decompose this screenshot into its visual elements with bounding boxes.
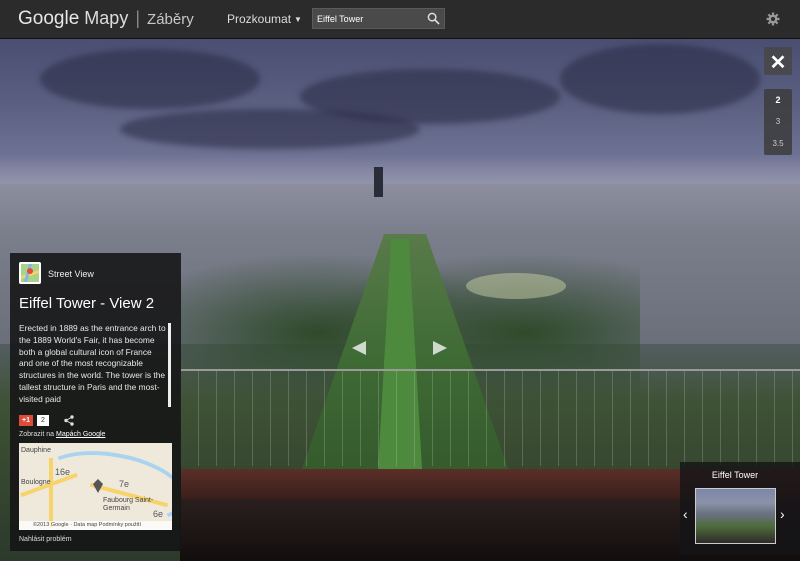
logo[interactable]: Google Mapy | Záběry [18, 8, 194, 30]
view-on-maps-link[interactable]: Mapách Google [56, 431, 105, 438]
zoom-level-3-5[interactable]: 3.5 [764, 133, 792, 155]
cloud [40, 49, 260, 109]
mini-map[interactable]: Dauphine 16e Boulogne Faubourg Saint-Ger… [19, 443, 172, 530]
street-view-label: Street View [48, 269, 94, 279]
explore-menu[interactable]: Prozkoumat ▼ [227, 12, 302, 26]
montparnasse-tower [374, 167, 383, 197]
zoom-level-3[interactable]: 3 [764, 111, 792, 133]
close-button[interactable]: ✕ [764, 47, 792, 75]
cloud [560, 44, 760, 114]
close-icon: ✕ [769, 52, 787, 74]
zoom-levels: 2 3 3.5 [764, 89, 792, 155]
share-icon[interactable] [63, 415, 75, 426]
view-on-prefix: Zobrazit na [19, 431, 55, 438]
report-problem-link[interactable]: Nahlásit problém [19, 536, 72, 543]
panorama-title: Eiffel Tower - View 2 [19, 295, 155, 312]
explore-label: Prozkoumat [227, 12, 292, 26]
map-label: 6e [153, 509, 164, 519]
gplus-count: 2 [37, 415, 49, 426]
info-panel: Street View Eiffel Tower - View 2 Erecte… [10, 253, 181, 551]
map-marker-icon [93, 479, 103, 493]
nav-arrow-right[interactable] [433, 341, 447, 355]
search-icon[interactable] [427, 12, 440, 25]
railing-mesh [180, 369, 800, 466]
cloud [120, 109, 420, 149]
map-label: 16e [55, 467, 71, 477]
top-bar: Google Mapy | Záběry Prozkoumat ▼ [0, 0, 800, 39]
gplus-button[interactable]: +1 [19, 415, 33, 426]
zoom-level-2[interactable]: 2 [764, 89, 792, 111]
hover-highlight[interactable] [466, 273, 566, 299]
nav-arrow-left[interactable] [352, 341, 366, 355]
logo-views: Záběry [147, 11, 194, 28]
thumbnail-title: Eiffel Tower [711, 470, 759, 480]
chevron-left-icon[interactable]: ‹ [683, 506, 688, 522]
chevron-right-icon[interactable]: › [780, 506, 785, 522]
map-label: 7e [119, 479, 130, 489]
map-label: Dauphine [21, 447, 51, 454]
search-input[interactable] [317, 11, 423, 26]
thumbnail-strip: Eiffel Tower ‹ › [680, 462, 800, 554]
panorama-description: Erected in 1889 as the entrance arch to … [19, 323, 166, 404]
pegman-map-icon [19, 262, 41, 284]
search-box [312, 8, 445, 29]
logo-maps: Mapy [84, 8, 129, 28]
caret-down-icon: ▼ [294, 15, 302, 25]
map-copyright: ©2013 Google · Data map Podmínky použití [19, 521, 172, 530]
thumbnail-image[interactable] [695, 488, 776, 544]
gear-icon[interactable] [766, 12, 780, 26]
logo-google: Google [18, 8, 80, 29]
map-road [49, 458, 53, 528]
view-on-maps: Zobrazit na Mapách Google [19, 431, 105, 438]
description-scrollbar[interactable] [168, 323, 171, 407]
logo-separator: | [135, 8, 141, 28]
map-label: Boulogne [21, 479, 51, 486]
